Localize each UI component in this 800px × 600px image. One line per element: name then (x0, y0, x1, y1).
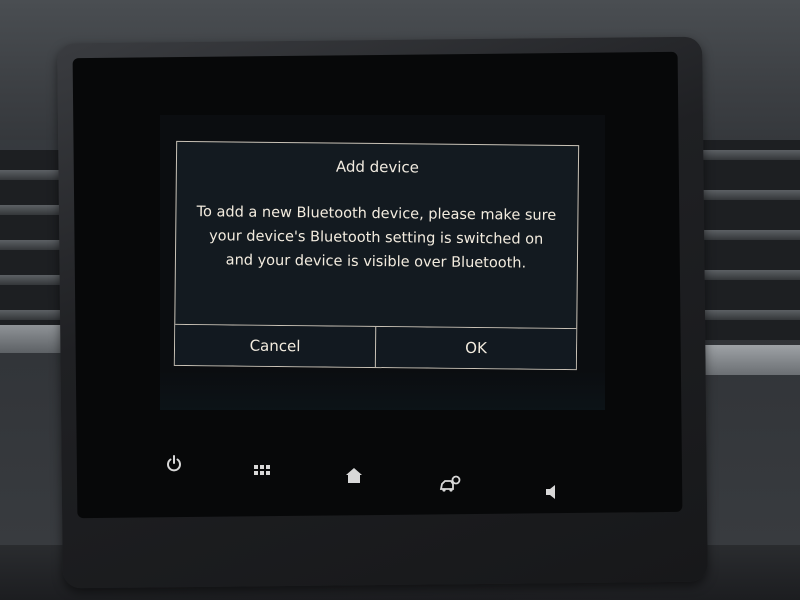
trim-right (700, 345, 800, 375)
cancel-button[interactable]: Cancel (174, 324, 376, 367)
car-settings-icon[interactable] (438, 472, 462, 496)
volume-icon[interactable] (540, 480, 564, 504)
apps-grid-icon[interactable] (250, 458, 274, 482)
add-device-dialog: Add device To add a new Bluetooth device… (173, 140, 580, 371)
home-icon[interactable] (342, 464, 366, 488)
dialog-title: Add device (335, 157, 420, 177)
power-icon[interactable] (162, 452, 186, 476)
ok-button[interactable]: OK (374, 326, 577, 370)
dialog-message: To add a new Bluetooth device, please ma… (196, 204, 557, 272)
dialog-actions: Cancel OK (174, 323, 577, 370)
air-vent-right (700, 140, 800, 340)
